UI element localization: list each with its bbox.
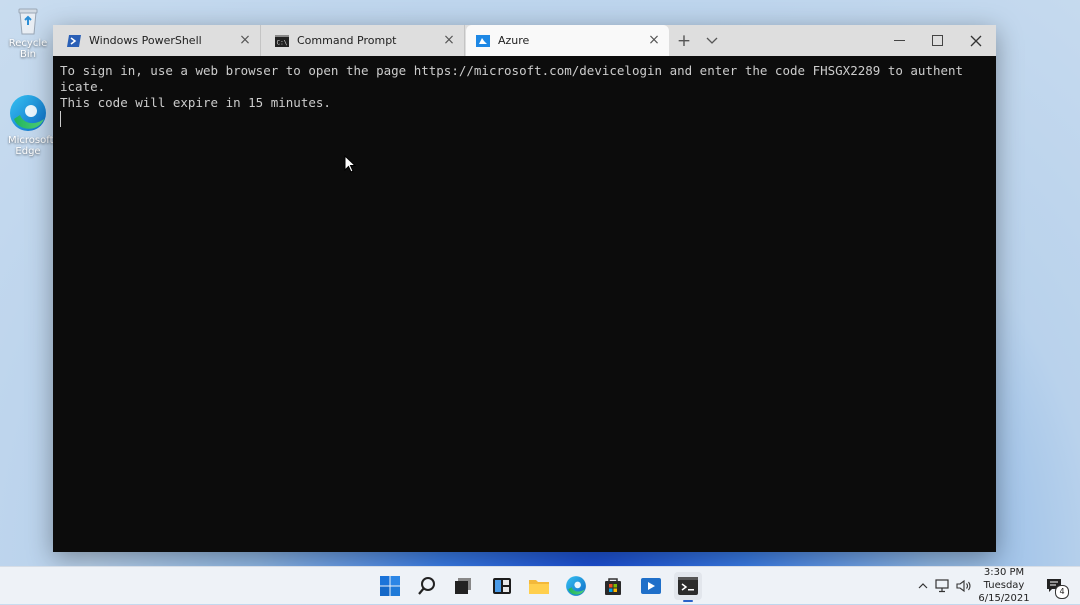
tab-label: Command Prompt	[297, 34, 397, 47]
desktop-icon-label: Microsoft Edge	[8, 135, 54, 157]
text-cursor	[60, 111, 61, 127]
notifications-button[interactable]: 4	[1042, 567, 1069, 604]
tab-bar: Windows PowerShell × C:\ Command Prompt …	[53, 25, 996, 56]
chevron-up-icon	[918, 582, 928, 588]
start-icon	[380, 576, 400, 596]
file-explorer-icon	[529, 580, 549, 594]
media-icon	[641, 578, 661, 594]
edge-icon	[566, 576, 586, 596]
tab-windows-powershell[interactable]: Windows PowerShell ×	[53, 25, 261, 56]
terminal-prompt-line	[60, 111, 996, 127]
clock-time: 3:30 PM	[983, 567, 1025, 578]
file-explorer-button[interactable]	[525, 572, 553, 600]
volume-button[interactable]	[955, 567, 973, 604]
close-tab-icon[interactable]: ×	[238, 33, 252, 47]
store-icon	[605, 578, 621, 595]
tab-label: Windows PowerShell	[89, 34, 202, 47]
edge-icon	[10, 95, 46, 131]
new-tab-button[interactable]: +	[673, 25, 695, 56]
start-button[interactable]	[376, 572, 404, 600]
powershell-icon	[67, 34, 81, 47]
terminal-output[interactable]: To sign in, use a web browser to open th…	[53, 56, 996, 552]
terminal-line: To sign in, use a web browser to open th…	[60, 63, 964, 78]
widgets-icon	[493, 578, 511, 594]
clock-date: 6/15/2021	[978, 593, 1030, 604]
media-button[interactable]	[637, 572, 665, 600]
terminal-icon	[678, 577, 698, 595]
tab-dropdown-button[interactable]	[701, 25, 723, 56]
task-view-icon	[455, 578, 471, 594]
task-view-button[interactable]	[449, 572, 477, 600]
close-tab-icon[interactable]: ×	[442, 33, 456, 47]
show-hidden-icons-button[interactable]	[915, 567, 931, 604]
azure-icon	[476, 34, 490, 47]
active-app-indicator	[683, 600, 693, 602]
desktop-icon-recycle-bin[interactable]: Recycle Bin	[0, 6, 56, 60]
terminal-window: Windows PowerShell × C:\ Command Prompt …	[53, 25, 996, 552]
close-window-button[interactable]	[956, 25, 996, 56]
maximize-icon	[931, 35, 943, 46]
close-tab-icon[interactable]: ×	[647, 33, 661, 47]
taskbar: 3:30 PM Tuesday 6/15/2021 4	[0, 566, 1080, 604]
svg-text:C:\: C:\	[277, 39, 288, 46]
terminal-line: icate.	[60, 79, 106, 94]
volume-icon	[956, 579, 971, 592]
desktop-icon-microsoft-edge[interactable]: Microsoft Edge	[0, 93, 56, 157]
cmd-icon: C:\	[275, 34, 289, 47]
widgets-button[interactable]	[488, 572, 516, 600]
network-button[interactable]	[934, 567, 952, 604]
clock-day: Tuesday	[983, 580, 1025, 591]
terminal-line: This code will expire in 15 minutes.	[60, 95, 331, 110]
tab-command-prompt[interactable]: C:\ Command Prompt ×	[261, 25, 465, 56]
network-icon	[935, 578, 949, 592]
search-icon	[418, 577, 435, 595]
tab-azure[interactable]: Azure ×	[466, 25, 669, 56]
maximize-button[interactable]	[917, 25, 957, 56]
notification-count-badge: 4	[1055, 585, 1069, 599]
system-clock[interactable]: 3:30 PM Tuesday 6/15/2021	[975, 567, 1033, 604]
close-icon	[970, 35, 982, 46]
plus-icon: +	[676, 30, 692, 51]
minimize-button[interactable]	[879, 25, 919, 56]
search-button[interactable]	[413, 572, 441, 600]
store-button[interactable]	[599, 572, 627, 600]
minimize-icon	[893, 39, 905, 41]
desktop-icon-label: Recycle Bin	[8, 38, 48, 60]
chevron-down-icon	[706, 37, 718, 44]
terminal-taskbar-button[interactable]	[674, 572, 702, 602]
tab-label: Azure	[498, 34, 530, 47]
recycle-bin-icon	[18, 8, 38, 35]
edge-taskbar-button[interactable]	[562, 572, 590, 600]
mouse-pointer-icon	[344, 155, 356, 173]
